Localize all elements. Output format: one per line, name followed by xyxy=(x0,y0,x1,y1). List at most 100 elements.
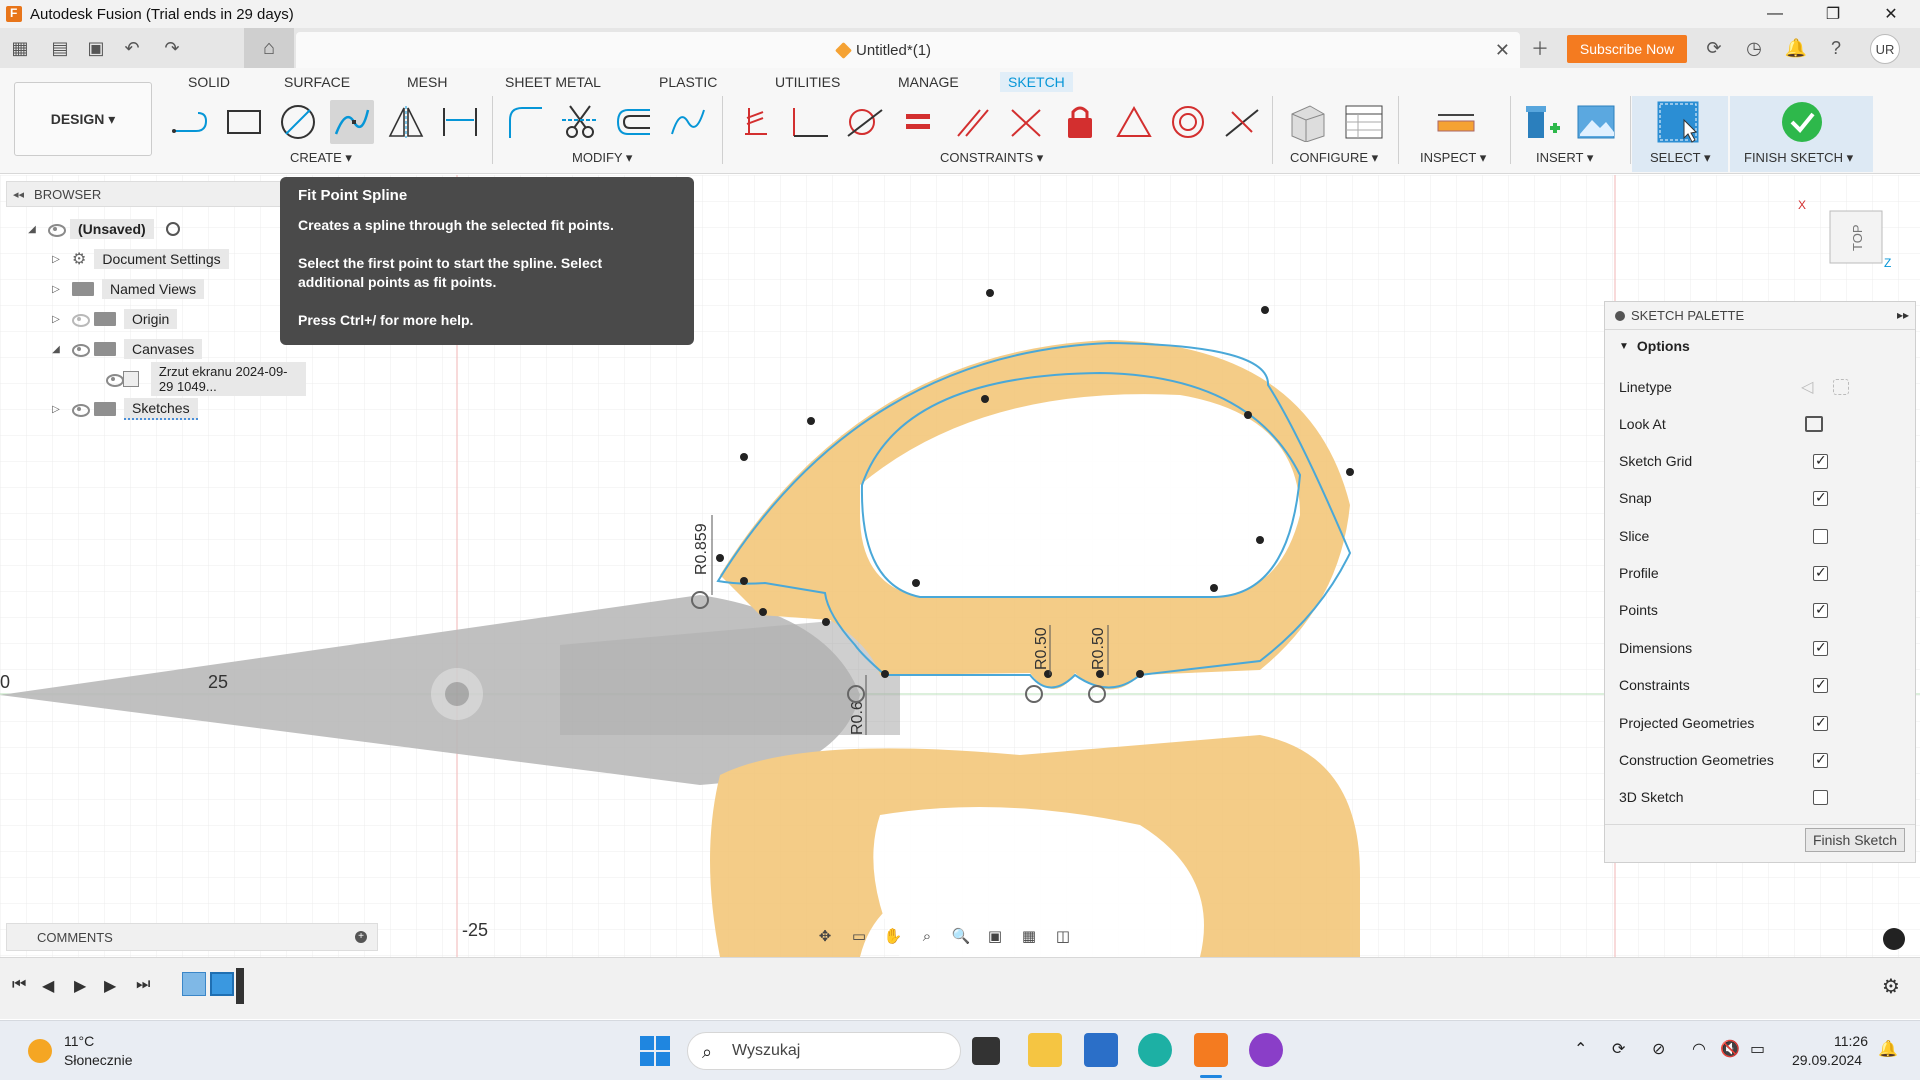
collinear-constraint-icon[interactable] xyxy=(1004,100,1048,144)
show-hidden-icons-chevron-icon[interactable]: ⌃ xyxy=(1574,1039,1587,1059)
tab-utilities[interactable]: UTILITIES xyxy=(775,74,840,90)
create-group-label[interactable]: CREATE ▾ xyxy=(290,150,352,166)
go-to-end-icon[interactable]: ⏭ xyxy=(136,976,150,994)
volume-muted-icon[interactable]: 🔇 xyxy=(1720,1039,1740,1059)
expand-palette-icon[interactable]: ▸▸ xyxy=(1897,308,1909,322)
notifications-icon[interactable]: 🔔 xyxy=(1784,36,1808,60)
visibility-eye-icon[interactable] xyxy=(70,343,90,357)
expand-arrow-icon[interactable]: ▷ xyxy=(48,314,64,325)
tab-sheet-metal[interactable]: SHEET METAL xyxy=(505,74,601,90)
finish-sketch-button[interactable]: Finish Sketch xyxy=(1805,828,1905,852)
circle-tool-icon[interactable] xyxy=(276,100,320,144)
construction-geometries-checkbox[interactable] xyxy=(1813,751,1828,768)
redo-icon[interactable]: ↷ xyxy=(160,36,184,60)
expand-arrow-icon[interactable]: ▷ xyxy=(48,254,64,265)
visibility-eye-icon[interactable] xyxy=(104,373,125,387)
close-tab-icon[interactable]: ✕ xyxy=(1495,40,1510,61)
new-tab-icon[interactable]: ＋ xyxy=(1528,36,1552,60)
help-icon[interactable]: ? xyxy=(1824,36,1848,60)
wifi-icon[interactable]: ◠ xyxy=(1692,1039,1706,1059)
orbit-icon[interactable]: ✥ xyxy=(812,924,838,948)
visibility-eye-icon[interactable] xyxy=(46,223,66,237)
zoom-window-icon[interactable]: 🔍 xyxy=(948,924,974,948)
timeline-settings-gear-icon[interactable]: ⚙ xyxy=(1882,974,1900,999)
step-back-icon[interactable]: ◀ xyxy=(42,976,54,996)
constraints-checkbox[interactable] xyxy=(1813,676,1828,693)
taskbar-search-box[interactable]: ⌕ Wyszukaj xyxy=(687,1032,961,1070)
weather-description[interactable]: Słonecznie xyxy=(64,1052,133,1068)
windows-start-icon[interactable] xyxy=(640,1036,670,1066)
tree-item-canvases[interactable]: ◢ Canvases xyxy=(48,337,203,361)
play-icon[interactable]: ▶ xyxy=(74,976,86,996)
midpoint-constraint-icon[interactable] xyxy=(1220,100,1264,144)
centerline-linetype-icon[interactable] xyxy=(1833,379,1849,395)
options-section-header[interactable]: ▼ Options xyxy=(1605,330,1915,362)
insert-group-label[interactable]: INSERT ▾ xyxy=(1536,150,1593,166)
trim-tool-icon[interactable] xyxy=(558,100,602,144)
tab-surface[interactable]: SURFACE xyxy=(284,74,350,90)
look-at-nav-icon[interactable]: ▭ xyxy=(846,924,872,948)
collapse-browser-icon[interactable]: ◂◂ xyxy=(13,188,24,201)
tree-item-canvas-image[interactable]: Zrzut ekranu 2024-09-29 1049... xyxy=(98,362,307,396)
option-snap[interactable]: Snap xyxy=(1619,480,1909,516)
triangle-constraint-icon[interactable] xyxy=(1112,100,1156,144)
timeline-sketch-item[interactable] xyxy=(210,972,234,996)
equal-constraint-icon[interactable] xyxy=(896,100,940,144)
workspace-switcher[interactable]: DESIGN ▾ xyxy=(14,82,152,156)
sketch-grid-checkbox[interactable] xyxy=(1813,452,1828,469)
construction-linetype-icon[interactable]: ◁ xyxy=(1801,377,1813,397)
tree-item-named-views[interactable]: ▷ Named Views xyxy=(48,277,205,301)
spline-modify-icon[interactable] xyxy=(666,100,710,144)
tree-item-sketches[interactable]: ▷ Sketches xyxy=(48,397,198,421)
battery-icon[interactable]: ▭ xyxy=(1750,1039,1765,1059)
tab-manage[interactable]: MANAGE xyxy=(898,74,959,90)
option-points[interactable]: Points xyxy=(1619,592,1909,628)
fit-point-spline-tool-icon[interactable] xyxy=(330,100,374,144)
option-constraints[interactable]: Constraints xyxy=(1619,667,1909,703)
offset-tool-icon[interactable] xyxy=(612,100,656,144)
grid-settings-icon[interactable]: ▦ xyxy=(1016,924,1042,948)
visibility-eye-icon[interactable] xyxy=(70,403,90,417)
go-to-start-icon[interactable]: ⏮ xyxy=(12,976,26,994)
configure-model-icon[interactable] xyxy=(1286,100,1330,144)
look-at-icon[interactable] xyxy=(1805,416,1823,432)
parallel-constraint-icon[interactable] xyxy=(950,100,994,144)
fix-constraint-icon[interactable] xyxy=(1058,100,1102,144)
tab-plastic[interactable]: PLASTIC xyxy=(659,74,717,90)
option-sketch-grid[interactable]: Sketch Grid xyxy=(1619,443,1909,479)
modify-group-label[interactable]: MODIFY ▾ xyxy=(572,150,632,166)
fusion-taskbar-icon[interactable] xyxy=(1194,1033,1228,1067)
activate-component-icon[interactable] xyxy=(165,222,180,236)
chat-app-icon[interactable] xyxy=(1249,1033,1283,1067)
constraints-group-label[interactable]: CONSTRAINTS ▾ xyxy=(940,150,1043,166)
option-dimensions[interactable]: Dimensions xyxy=(1619,630,1909,666)
radius-dimension-2[interactable]: R0.50 xyxy=(1033,627,1050,670)
expand-arrow-icon[interactable]: ▷ xyxy=(48,284,64,295)
notification-bell-icon[interactable]: 🔔 xyxy=(1878,1039,1898,1059)
configure-table-icon[interactable] xyxy=(1342,100,1386,144)
pan-icon[interactable]: ✋ xyxy=(880,924,906,948)
edge-browser-icon[interactable] xyxy=(1138,1033,1172,1067)
save-icon[interactable]: ▣ xyxy=(84,36,108,60)
coincident-constraint-icon[interactable] xyxy=(734,100,778,144)
avatar[interactable]: UR xyxy=(1870,34,1900,64)
select-tool-icon[interactable] xyxy=(1656,100,1700,144)
tree-item-origin[interactable]: ▷ Origin xyxy=(48,307,178,331)
slice-checkbox[interactable] xyxy=(1813,529,1828,544)
option-3d-sketch[interactable]: 3D Sketch xyxy=(1619,779,1909,815)
profile-checkbox[interactable] xyxy=(1813,564,1828,581)
rectangle-tool-icon[interactable] xyxy=(222,100,266,144)
home-button[interactable]: ⌂ xyxy=(244,28,294,68)
timeline-canvas-item[interactable] xyxy=(182,972,206,996)
file-menu-icon[interactable]: ▤ xyxy=(48,36,72,60)
comments-panel[interactable]: COMMENTS + xyxy=(6,923,378,951)
radius-dimension-1[interactable]: R0.859 xyxy=(693,523,710,575)
finish-sketch-group-label[interactable]: FINISH SKETCH ▾ xyxy=(1744,150,1853,166)
zoom-icon[interactable]: ⌕ xyxy=(914,924,940,948)
collapse-arrow-icon[interactable]: ▼ xyxy=(1619,341,1629,352)
tab-sketch[interactable]: SKETCH xyxy=(1000,72,1073,92)
3d-sketch-checkbox[interactable] xyxy=(1813,790,1828,805)
navigation-widget-icon[interactable] xyxy=(1883,928,1905,950)
option-construction-geometries[interactable]: Construction Geometries xyxy=(1619,742,1909,778)
option-profile[interactable]: Profile xyxy=(1619,555,1909,591)
